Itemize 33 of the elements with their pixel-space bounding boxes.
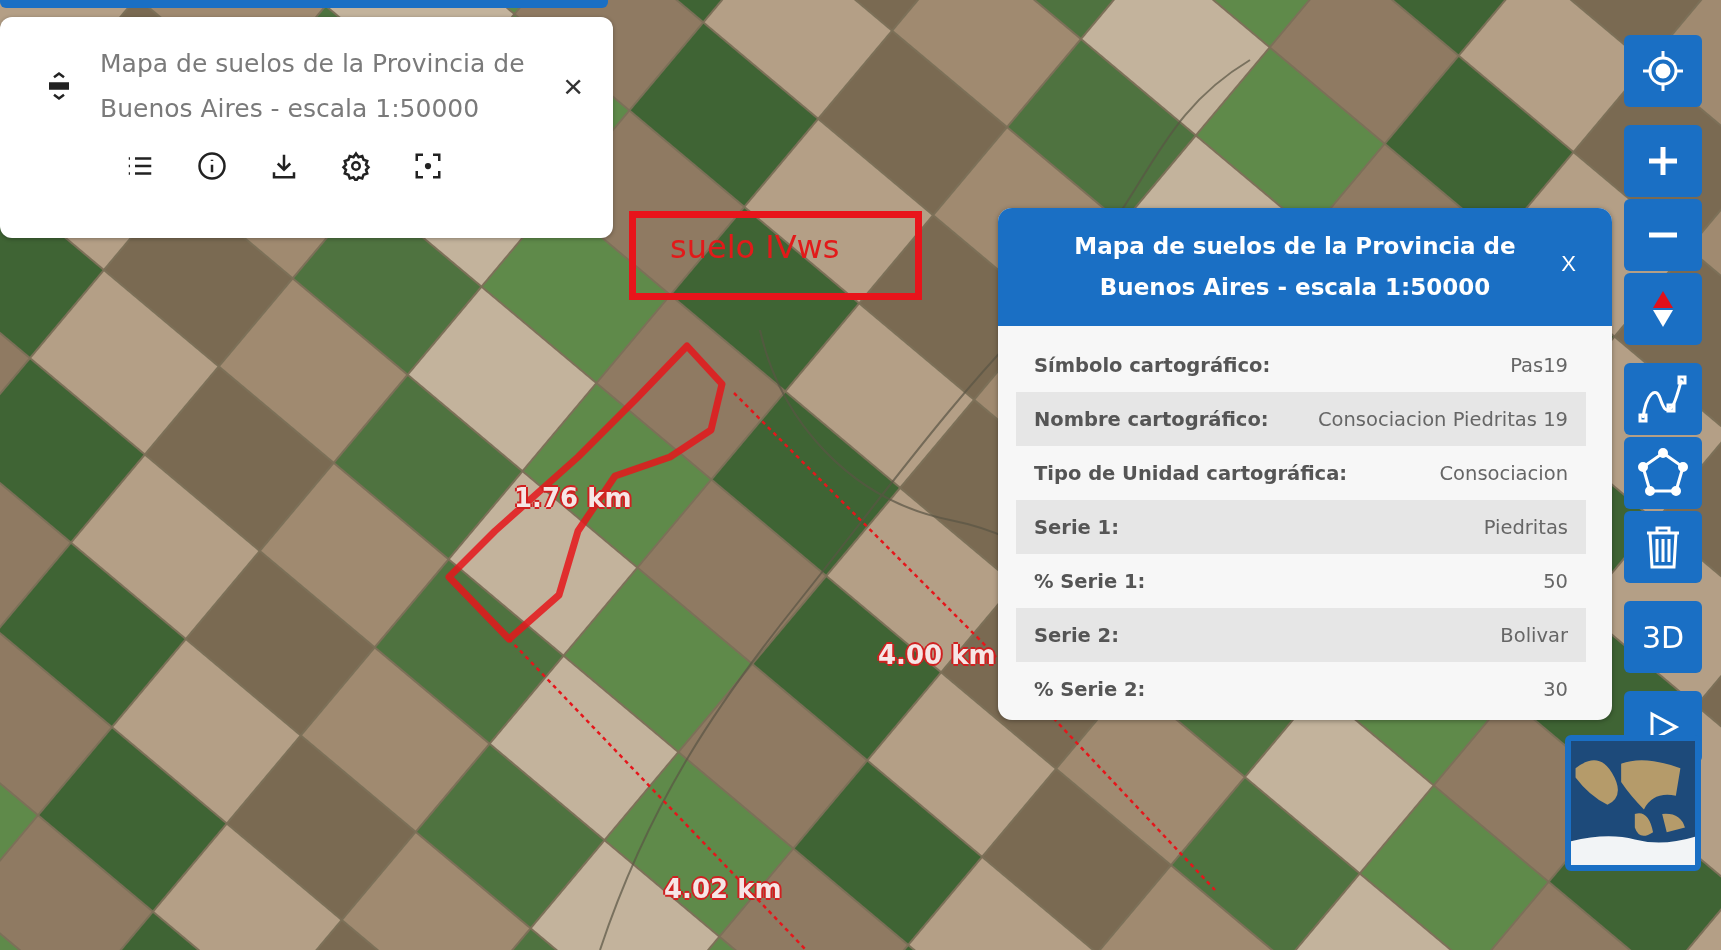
draw-line-button[interactable] [1624,363,1702,435]
attribute-label: Nombre cartográfico: [1034,407,1269,431]
compass-icon [1651,289,1675,329]
layer-title: Mapa de suelos de la Provincia de Buenos Aires - escala 1:50000 [100,48,526,125]
world-map-thumbnail[interactable] [1565,735,1701,871]
zoom-in-button[interactable] [1624,125,1702,197]
draw-polygon-button[interactable] [1624,437,1702,509]
attribute-label: Serie 1: [1034,515,1119,539]
locate-button[interactable] [1624,35,1702,107]
attribute-label: Serie 2: [1034,623,1119,647]
attribute-label: % Serie 1: [1034,569,1146,593]
compass-button[interactable] [1624,273,1702,345]
attribute-label: Símbolo cartográfico: [1034,353,1271,377]
attribute-value: Consociacion [1439,461,1568,485]
attribute-value: Piedritas [1483,515,1568,539]
attribute-value: Consociacion Piedritas 19 [1317,407,1568,431]
attribute-label: Tipo de Unidad cartográfica: [1034,461,1348,485]
close-button[interactable]: X [1555,250,1582,278]
view-3d-button[interactable]: 3D [1624,601,1702,673]
polygon-icon [1638,448,1688,498]
attribute-value: Pas19 [1510,353,1568,377]
distance-label: 4.02 km [664,874,782,904]
attribute-value: Bolivar [1500,623,1568,647]
minus-icon [1646,232,1680,238]
close-button[interactable]: × [559,65,587,107]
attribute-value: 30 [1543,677,1568,701]
plus-icon [1646,144,1680,178]
polyline-icon [1638,374,1688,424]
crosshair-icon [1641,49,1685,93]
delete-button[interactable] [1624,511,1702,583]
attribute-value: 50 [1543,569,1568,593]
popup-title: Mapa de suelos de la Provincia de Buenos Aires - escala 1:50000 [1073,232,1517,302]
attribute-label: % Serie 2: [1034,677,1146,701]
